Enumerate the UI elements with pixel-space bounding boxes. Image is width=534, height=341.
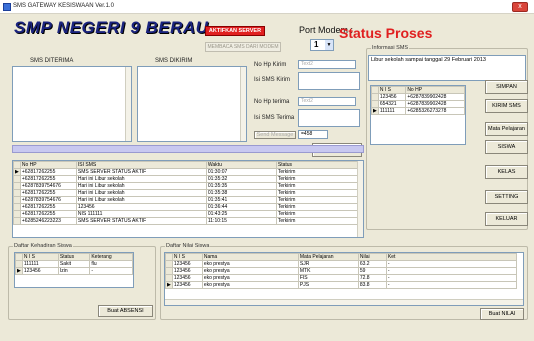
subjects-button[interactable]: Mata Pelajaran xyxy=(485,122,528,136)
table-row[interactable]: +6287839754676 Hari ini Libur sekolah 01:3… xyxy=(13,196,360,204)
table-row[interactable]: +62817262255 123456 01:36:44 Terkirim xyxy=(13,203,360,211)
scrollbar[interactable] xyxy=(125,67,131,141)
chevron-down-icon[interactable]: ▼ xyxy=(325,40,333,50)
table-row[interactable]: 123456 eko prestya SJR 63.2- xyxy=(165,260,518,268)
scrollbar[interactable] xyxy=(165,299,523,305)
table-row[interactable]: ▶ 123456 eko prestya PJS 83.8- xyxy=(165,281,518,289)
settings-button[interactable]: SETTING xyxy=(485,190,528,204)
save-button[interactable]: SIMPAN xyxy=(485,80,528,94)
table-row[interactable]: +62817262255 Hari ini Libur sekolah 01:35:… xyxy=(13,175,360,183)
isi-terima-label: Isi SMS Terima xyxy=(254,115,295,121)
received-list[interactable] xyxy=(12,66,132,142)
table-row[interactable]: ▶ 123456 Izin - xyxy=(15,267,133,275)
table-row[interactable]: +62817262255 NIS 111111 01:43:25 Terkirim xyxy=(13,210,360,218)
contacts-table[interactable]: N I S No HP 123456 +6287839902428 654321 +6… xyxy=(370,85,466,145)
hp-terima-label: No Hp terima xyxy=(254,99,290,105)
activate-server-button[interactable]: AKTIFKAN SERVER xyxy=(205,26,265,36)
info-group-label: Informasi SMS xyxy=(371,45,410,51)
isi-terima-input[interactable] xyxy=(298,109,360,127)
scrollbar[interactable] xyxy=(357,161,363,237)
table-row[interactable]: +6285246223223 SMS SERVER STATUS AKTIF 11:… xyxy=(13,217,360,225)
window-title: SMS GATEWAY KESISWAAN Ver.1.0 xyxy=(13,3,114,9)
scrollbar[interactable] xyxy=(240,67,246,141)
app-icon xyxy=(3,3,11,11)
table-row[interactable]: ▶ +62817262255 SMS SERVER STATUS AKTIF 01:3… xyxy=(13,168,360,176)
isi-kirim-input[interactable] xyxy=(298,72,360,90)
hp-kirim-label: No Hp Kirim xyxy=(254,62,287,68)
sent-label: SMS DIKIRIM xyxy=(155,58,193,64)
school-title: SMP NEGERI 9 BERAU xyxy=(14,18,209,37)
title-bar: SMS GATEWAY KESISWAAN Ver.1.0 x xyxy=(0,0,534,14)
nilai-table[interactable]: N I S Nama Mata Pelajaran Nilai Ket 123456 ek… xyxy=(164,252,524,306)
nilai-group-label: Daftar Nilai Siswa xyxy=(165,243,211,249)
char-counter: =458 xyxy=(298,130,328,139)
port-select[interactable]: 1 ▼ xyxy=(310,39,334,51)
table-row[interactable]: ▶ 111111 +6285326273278 xyxy=(371,107,465,115)
table-row[interactable]: 111111 Sakit flu xyxy=(15,260,133,268)
table-row[interactable]: 123456 +6287839902428 xyxy=(371,93,465,101)
close-button[interactable]: x xyxy=(512,2,528,12)
hp-terima-input[interactable]: Text2 xyxy=(298,97,356,106)
table-row[interactable]: 654321 +6287839902428 xyxy=(371,100,465,108)
col-header[interactable]: N I S xyxy=(377,86,407,94)
status-text: Status Proses xyxy=(339,25,433,41)
table-row[interactable]: +62817262255 Hari ini Libur sekolah 01:35:… xyxy=(13,189,360,197)
absen-table[interactable]: N I S Status Keterang 111111 Sakit flu ▶ 1234… xyxy=(14,252,134,288)
info-message[interactable]: Libur sekolah sampai tanggal 29 Februari… xyxy=(368,55,526,81)
table-row[interactable]: 123456 eko prestya FIS 72.8- xyxy=(165,274,518,282)
table-row[interactable]: +6287839754676 Hari ini Libur sekolah 01:3… xyxy=(13,182,360,190)
hp-kirim-input[interactable]: Text2 xyxy=(298,60,356,69)
sent-list[interactable] xyxy=(137,66,247,142)
exit-button[interactable]: KELUAR xyxy=(485,212,528,226)
col-header[interactable]: No HP xyxy=(405,86,465,94)
table-row[interactable]: 123456 eko prestya MTK 59- xyxy=(165,267,518,275)
log-table[interactable]: No HP ISI SMS Waktu Status ▶ +62817262255 SMS… xyxy=(12,160,364,238)
absen-group-label: Daftar Kehadiran Siswa xyxy=(13,243,73,249)
classes-button[interactable]: KELAS xyxy=(485,165,528,179)
send-message-button[interactable]: Send Message xyxy=(254,131,296,139)
create-absensi-button[interactable]: Buat ABSENSI xyxy=(98,305,153,317)
read-sms-button[interactable]: MEMBACA SMS DARI MODEM xyxy=(205,42,281,52)
isi-kirim-label: Isi SMS Kirim xyxy=(254,77,290,83)
progress-bar xyxy=(12,145,364,153)
received-label: SMS DITERIMA xyxy=(30,58,74,64)
create-nilai-button[interactable]: Buat NILAI xyxy=(480,308,524,320)
send-sms-button[interactable]: KIRIM SMS xyxy=(485,99,528,113)
students-button[interactable]: SISWA xyxy=(485,140,528,154)
